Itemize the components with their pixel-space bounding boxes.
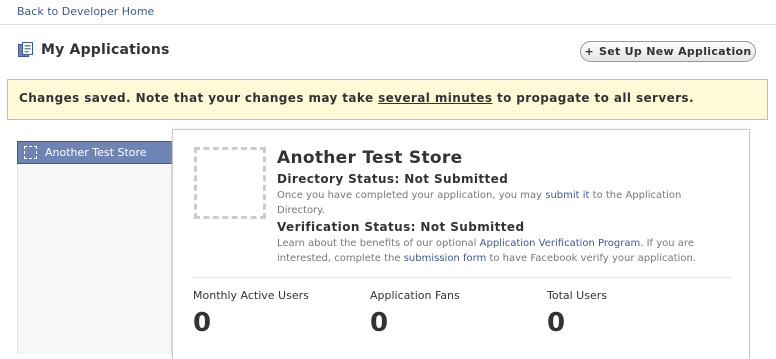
set-up-new-application-button[interactable]: + Set Up New Application bbox=[580, 41, 756, 62]
divider bbox=[194, 277, 731, 278]
application-verification-program-link[interactable]: Application Verification Program bbox=[480, 238, 641, 249]
monthly-active-users-value: 0 bbox=[193, 308, 212, 338]
top-bar: Back to Developer Home bbox=[0, 0, 776, 25]
submission-form-link[interactable]: submission form bbox=[404, 253, 487, 264]
page-title: My Applications bbox=[41, 42, 170, 58]
monthly-active-users-label: Monthly Active Users bbox=[193, 289, 309, 302]
application-fans-value: 0 bbox=[370, 308, 389, 338]
sidebar-item-another-test-store[interactable]: Another Test Store bbox=[17, 141, 172, 164]
several-minutes-link[interactable]: several minutes bbox=[378, 91, 492, 105]
verification-desc-text-after: to have Facebook verify your application… bbox=[486, 253, 696, 264]
verification-desc-text: Learn about the benefits of our optional bbox=[277, 238, 480, 249]
submit-it-link[interactable]: submit it bbox=[545, 190, 589, 201]
notice-text-before: Changes saved. Note that your changes ma… bbox=[19, 91, 379, 105]
directory-status-description: Once you have completed your application… bbox=[277, 188, 717, 218]
verification-status-description: Learn about the benefits of our optional… bbox=[277, 236, 717, 266]
back-to-developer-home-link[interactable]: Back to Developer Home bbox=[17, 5, 154, 18]
changes-saved-notice: Changes saved. Note that your changes ma… bbox=[7, 79, 768, 120]
notice-text-after: to propagate to all servers. bbox=[492, 91, 694, 105]
page-header: My Applications + Set Up New Application bbox=[0, 36, 776, 72]
sidebar bbox=[17, 164, 172, 354]
application-panel: Another Test Store Directory Status: Not… bbox=[172, 129, 750, 359]
set-up-new-application-label: Set Up New Application bbox=[599, 45, 752, 58]
total-users-value: 0 bbox=[547, 308, 566, 338]
total-users-label: Total Users bbox=[547, 289, 607, 302]
plus-icon: + bbox=[584, 45, 594, 58]
app-logo-placeholder bbox=[194, 147, 266, 219]
app-placeholder-icon bbox=[24, 146, 37, 159]
applications-icon bbox=[18, 42, 33, 57]
directory-status-title: Directory Status: Not Submitted bbox=[277, 172, 509, 186]
directory-desc-text: Once you have completed your application… bbox=[277, 190, 546, 201]
verification-status-title: Verification Status: Not Submitted bbox=[277, 220, 525, 234]
sidebar-item-label: Another Test Store bbox=[45, 146, 147, 159]
application-fans-label: Application Fans bbox=[370, 289, 460, 302]
app-name: Another Test Store bbox=[277, 148, 463, 168]
